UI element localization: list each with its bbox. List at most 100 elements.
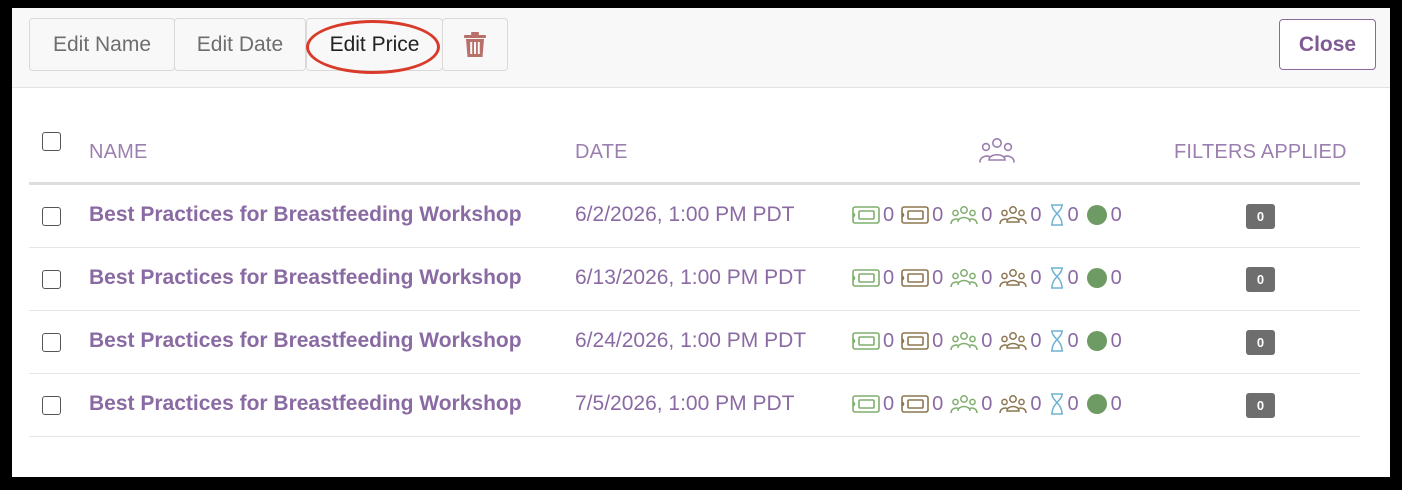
stat-attendees: 0: [950, 267, 992, 290]
stat-value: 0: [1110, 266, 1122, 289]
attendees-icon: [950, 267, 978, 289]
hourglass-icon: [1049, 267, 1065, 289]
row-checkbox[interactable]: [42, 207, 61, 226]
status-dot-icon: [1086, 204, 1108, 226]
stat-value: 0: [932, 392, 944, 415]
ticket-icon: [852, 205, 880, 225]
stat-attendees: 0: [950, 204, 992, 227]
attendees-header-icon: [979, 138, 1015, 163]
stat-value: 0: [1030, 203, 1042, 226]
date-column-header[interactable]: DATE: [575, 141, 628, 164]
status-dot-icon: [1086, 267, 1108, 289]
stat-ticket-outline: 0: [901, 267, 943, 290]
event-date: 6/24/2026, 1:00 PM PDT: [575, 329, 807, 352]
attendees-icon: [950, 330, 978, 352]
ticket-icon: [852, 268, 880, 288]
stat-value: 0: [883, 203, 895, 226]
event-stats: 0 0 0 0 0 0: [852, 391, 1129, 417]
group-icon: [999, 393, 1028, 415]
ticket-icon: [852, 394, 880, 414]
stat-ticket-outline: 0: [901, 204, 943, 227]
status-dot-icon: [1086, 330, 1108, 352]
stat-group: 0: [999, 392, 1042, 416]
edit-price-button[interactable]: Edit Price: [306, 18, 443, 71]
stat-hourglass: 0: [1049, 330, 1079, 353]
select-all-checkbox[interactable]: [42, 132, 61, 151]
group-icon: [999, 267, 1028, 289]
stat-status-dot: 0: [1086, 330, 1122, 353]
hourglass-icon: [1049, 330, 1065, 352]
table-row: Best Practices for Breastfeeding Worksho…: [29, 374, 1360, 437]
delete-button[interactable]: [442, 18, 508, 71]
ticket-outline-icon: [901, 268, 929, 288]
stat-value: 0: [1067, 266, 1079, 289]
stat-group: 0: [999, 203, 1042, 227]
hourglass-icon: [1049, 393, 1065, 415]
row-checkbox[interactable]: [42, 270, 61, 289]
filters-applied-badge: 0: [1246, 393, 1275, 418]
ticket-icon: [852, 331, 880, 351]
group-icon: [999, 204, 1028, 226]
stat-ticket-outline: 0: [901, 393, 943, 416]
stat-attendees: 0: [950, 393, 992, 416]
stat-ticket: 0: [852, 330, 894, 353]
stat-ticket: 0: [852, 267, 894, 290]
stat-value: 0: [1067, 203, 1079, 226]
stat-value: 0: [932, 266, 944, 289]
table-row: Best Practices for Breastfeeding Worksho…: [29, 311, 1360, 374]
stat-ticket: 0: [852, 393, 894, 416]
event-name-link[interactable]: Best Practices for Breastfeeding Worksho…: [89, 266, 522, 290]
stat-value: 0: [1030, 266, 1042, 289]
row-checkbox[interactable]: [42, 333, 61, 352]
table-row: Best Practices for Breastfeeding Worksho…: [29, 185, 1360, 248]
event-stats: 0 0 0 0 0 0: [852, 265, 1129, 291]
stat-ticket: 0: [852, 204, 894, 227]
stat-value: 0: [981, 392, 993, 415]
modal-frame: Edit Name Edit Date Edit Price Close NAM…: [12, 8, 1390, 477]
stat-value: 0: [883, 392, 895, 415]
stat-value: 0: [1110, 329, 1122, 352]
group-icon: [999, 330, 1028, 352]
attendees-icon: [950, 393, 978, 415]
event-name-link[interactable]: Best Practices for Breastfeeding Worksho…: [89, 329, 522, 353]
table-row: Best Practices for Breastfeeding Worksho…: [29, 248, 1360, 311]
event-name-link[interactable]: Best Practices for Breastfeeding Worksho…: [89, 203, 522, 227]
filters-applied-badge: 0: [1246, 330, 1275, 355]
stat-hourglass: 0: [1049, 267, 1079, 290]
name-column-header[interactable]: NAME: [89, 141, 148, 164]
stat-status-dot: 0: [1086, 393, 1122, 416]
stat-value: 0: [1067, 392, 1079, 415]
stat-group: 0: [999, 266, 1042, 290]
row-checkbox[interactable]: [42, 396, 61, 415]
stat-group: 0: [999, 329, 1042, 353]
filters-applied-badge: 0: [1246, 267, 1275, 292]
ticket-outline-icon: [901, 331, 929, 351]
event-name-link[interactable]: Best Practices for Breastfeeding Worksho…: [89, 392, 522, 416]
edit-date-button[interactable]: Edit Date: [174, 18, 306, 71]
hourglass-icon: [1049, 204, 1065, 226]
stat-value: 0: [1067, 329, 1079, 352]
ticket-outline-icon: [901, 394, 929, 414]
stat-attendees: 0: [950, 330, 992, 353]
stat-value: 0: [981, 266, 993, 289]
stat-value: 0: [932, 203, 944, 226]
stat-status-dot: 0: [1086, 267, 1122, 290]
event-stats: 0 0 0 0 0 0: [852, 202, 1129, 228]
stat-value: 0: [1110, 392, 1122, 415]
event-date: 6/2/2026, 1:00 PM PDT: [575, 203, 795, 226]
event-stats: 0 0 0 0 0 0: [852, 328, 1129, 354]
stat-value: 0: [1110, 203, 1122, 226]
stat-status-dot: 0: [1086, 204, 1122, 227]
stat-ticket-outline: 0: [901, 330, 943, 353]
stat-value: 0: [981, 203, 993, 226]
stat-value: 0: [1030, 392, 1042, 415]
edit-name-button[interactable]: Edit Name: [29, 18, 175, 71]
stat-value: 0: [1030, 329, 1042, 352]
event-date: 7/5/2026, 1:00 PM PDT: [575, 392, 795, 415]
event-date: 6/13/2026, 1:00 PM PDT: [575, 266, 807, 289]
filters-applied-column-header: FILTERS APPLIED: [1174, 141, 1347, 163]
close-button[interactable]: Close: [1279, 19, 1376, 70]
stat-hourglass: 0: [1049, 204, 1079, 227]
toolbar: Edit Name Edit Date Edit Price Close: [12, 8, 1390, 88]
stat-value: 0: [981, 329, 993, 352]
